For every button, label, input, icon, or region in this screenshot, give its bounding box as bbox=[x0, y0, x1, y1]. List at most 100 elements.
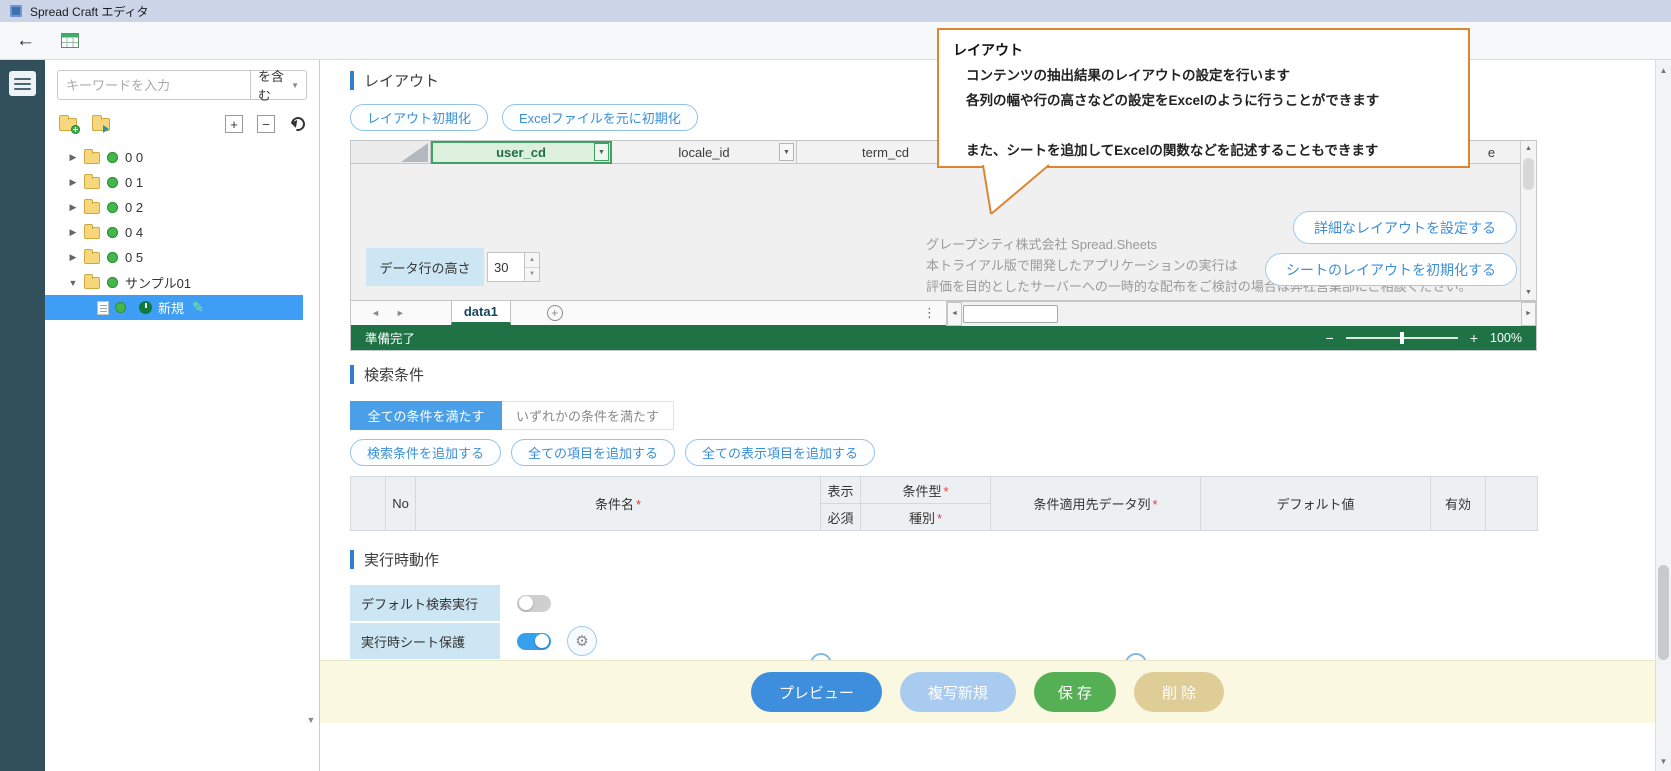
protect-settings-button[interactable]: ⚙ bbox=[567, 626, 597, 656]
scroll-right-icon[interactable]: ► bbox=[1521, 302, 1536, 326]
delete-button[interactable]: 削 除 bbox=[1134, 672, 1224, 712]
add-all-items-button[interactable]: 全ての項目を追加する bbox=[511, 439, 675, 466]
tree-scroll-down-icon[interactable]: ▼ bbox=[304, 715, 318, 725]
document-icon bbox=[97, 301, 109, 315]
expander-icon[interactable]: ▼ bbox=[67, 278, 79, 288]
zoom-slider[interactable] bbox=[1346, 337, 1458, 339]
stepper-up-icon[interactable]: ▲ bbox=[525, 253, 539, 268]
sheet-tab-data1[interactable]: data1 bbox=[451, 301, 511, 325]
scroll-down-icon[interactable]: ▼ bbox=[1656, 753, 1671, 769]
stepper-down-icon[interactable]: ▼ bbox=[525, 268, 539, 282]
app-window: Spread Craft エディタ ← を含む ▼ bbox=[0, 0, 1671, 771]
window-title: Spread Craft エディタ bbox=[30, 3, 149, 20]
status-dot-icon bbox=[107, 177, 118, 188]
expander-icon[interactable]: ▶ bbox=[67, 202, 79, 213]
match-type-select[interactable]: を含む ▼ bbox=[251, 70, 307, 100]
back-button[interactable]: ← bbox=[16, 31, 35, 50]
status-text: 準備完了 bbox=[365, 328, 415, 347]
scrollbar-thumb[interactable] bbox=[963, 305, 1058, 323]
folder-icon bbox=[84, 252, 100, 264]
hamburger-menu-button[interactable] bbox=[9, 71, 36, 96]
excel-init-button[interactable]: Excelファイルを元に初期化 bbox=[502, 104, 698, 131]
tree-item[interactable]: ▶ 0 2 bbox=[45, 195, 319, 220]
search-section-header: 検索条件 bbox=[350, 362, 424, 386]
zoom-slider-thumb[interactable] bbox=[1400, 332, 1404, 344]
sheet-tab-bar: ◄ ► data1 + ⋮ ◄ ► bbox=[351, 300, 1536, 325]
main-vertical-scrollbar[interactable]: ▲ ▼ bbox=[1655, 60, 1671, 771]
copy-new-button[interactable]: 複写新規 bbox=[900, 672, 1016, 712]
layout-init-button[interactable]: レイアウト初期化 bbox=[350, 104, 488, 131]
tree-item-label: 0 2 bbox=[125, 200, 143, 215]
default-search-toggle[interactable] bbox=[517, 595, 551, 612]
scroll-up-icon[interactable]: ▲ bbox=[1656, 62, 1671, 78]
status-dot-icon bbox=[107, 202, 118, 213]
setting-row-default-search: デフォルト検索実行 bbox=[350, 585, 1537, 621]
sheet-body: データ行の高さ ▲ ▼ グレープシティ株式会社 Spread.Sheets bbox=[351, 164, 1536, 300]
header-cell-no: No bbox=[386, 477, 416, 531]
scroll-left-icon[interactable]: ◄ bbox=[947, 302, 962, 326]
column-header-user-cd[interactable]: user_cd ▼ bbox=[431, 141, 612, 164]
row-height-stepper: ▲ ▼ bbox=[525, 252, 540, 282]
zoom-in-icon[interactable]: + bbox=[1470, 331, 1478, 345]
status-dot-icon bbox=[107, 227, 118, 238]
expand-all-button[interactable]: + bbox=[225, 115, 243, 133]
tree-item-selected[interactable]: 新規 ✎ bbox=[45, 295, 303, 320]
required-mark: * bbox=[636, 497, 641, 512]
column-filter-dropdown-icon[interactable]: ▼ bbox=[594, 143, 609, 161]
scrollbar-thumb[interactable] bbox=[1658, 565, 1669, 660]
column-header-partial[interactable]: e bbox=[1461, 141, 1522, 164]
setting-row-sheet-protect: 実行時シート保護 ⚙ bbox=[350, 623, 1537, 659]
expander-icon[interactable]: ▶ bbox=[67, 177, 79, 188]
scrollbar-thumb[interactable] bbox=[1523, 158, 1534, 190]
spreadsheet-designer: user_cd ▼ locale_id ▼ term_cd ▼ bbox=[350, 140, 1537, 351]
sheet-protect-toggle[interactable] bbox=[517, 633, 551, 650]
zoom-out-icon[interactable]: − bbox=[1326, 331, 1334, 345]
tree-item[interactable]: ▶ 0 5 bbox=[45, 245, 319, 270]
preview-button[interactable]: プレビュー bbox=[751, 672, 882, 712]
move-folder-icon[interactable] bbox=[92, 118, 110, 131]
add-folder-icon[interactable] bbox=[59, 118, 77, 131]
callout-line: コンテンツの抽出結果のレイアウトの設定を行います bbox=[966, 63, 1454, 88]
expander-icon[interactable]: ▶ bbox=[67, 227, 79, 238]
expander-icon[interactable]: ▶ bbox=[67, 152, 79, 163]
tree-search-row: を含む ▼ bbox=[57, 70, 307, 100]
row-height-input[interactable] bbox=[487, 252, 525, 282]
expander-icon[interactable]: ▶ bbox=[67, 252, 79, 263]
callout-line: また、シートを追加してExcelの関数などを記述することもできます bbox=[966, 138, 1454, 163]
collapse-all-button[interactable]: − bbox=[257, 115, 275, 133]
tree-item-expanded[interactable]: ▼ サンプル01 bbox=[45, 270, 319, 295]
sheet-vertical-scrollbar[interactable]: ▲ ▼ bbox=[1520, 141, 1536, 300]
gear-icon: ⚙ bbox=[575, 632, 588, 650]
column-filter-dropdown-icon[interactable]: ▼ bbox=[779, 143, 794, 161]
scroll-up-icon[interactable]: ▲ bbox=[1521, 141, 1536, 156]
prev-sheet-icon[interactable]: ◄ bbox=[371, 308, 380, 318]
add-sheet-icon[interactable]: + bbox=[547, 305, 563, 321]
keyword-search-input[interactable] bbox=[57, 70, 251, 100]
layout-buttons-row: レイアウト初期化 Excelファイルを元に初期化 bbox=[350, 104, 698, 131]
select-all-corner[interactable] bbox=[351, 141, 431, 164]
sheet-menu-icon[interactable]: ⋮ bbox=[923, 305, 936, 321]
header-cell-condition-type: 条件型* bbox=[861, 477, 991, 504]
sheet-horizontal-scrollbar[interactable]: ◄ ► bbox=[946, 301, 1536, 326]
tab-match-any[interactable]: いずれかの条件を満たす bbox=[502, 401, 674, 430]
zoom-percentage: 100% bbox=[1490, 331, 1522, 345]
header-cell-show: 表示 bbox=[821, 477, 861, 504]
folder-icon bbox=[84, 277, 100, 289]
status-dot-icon bbox=[107, 277, 118, 288]
scroll-down-icon[interactable]: ▼ bbox=[1521, 285, 1536, 300]
tab-match-all[interactable]: 全ての条件を満たす bbox=[350, 401, 502, 430]
tree-item[interactable]: ▶ 0 4 bbox=[45, 220, 319, 245]
tree-item[interactable]: ▶ 0 0 bbox=[45, 145, 319, 170]
edit-pencil-icon[interactable]: ✎ bbox=[192, 299, 204, 316]
layout-section-header: レイアウト bbox=[350, 68, 439, 92]
detail-layout-button[interactable]: 詳細なレイアウトを設定する bbox=[1293, 211, 1517, 244]
workbook-icon[interactable] bbox=[61, 33, 79, 48]
add-condition-button[interactable]: 検索条件を追加する bbox=[350, 439, 501, 466]
save-button[interactable]: 保 存 bbox=[1034, 672, 1116, 712]
init-sheet-layout-button[interactable]: シートのレイアウトを初期化する bbox=[1265, 253, 1517, 286]
next-sheet-icon[interactable]: ► bbox=[396, 308, 405, 318]
column-header-locale-id[interactable]: locale_id ▼ bbox=[612, 141, 797, 164]
refresh-icon[interactable] bbox=[288, 114, 307, 133]
add-all-display-items-button[interactable]: 全ての表示項目を追加する bbox=[685, 439, 875, 466]
tree-item[interactable]: ▶ 0 1 bbox=[45, 170, 319, 195]
